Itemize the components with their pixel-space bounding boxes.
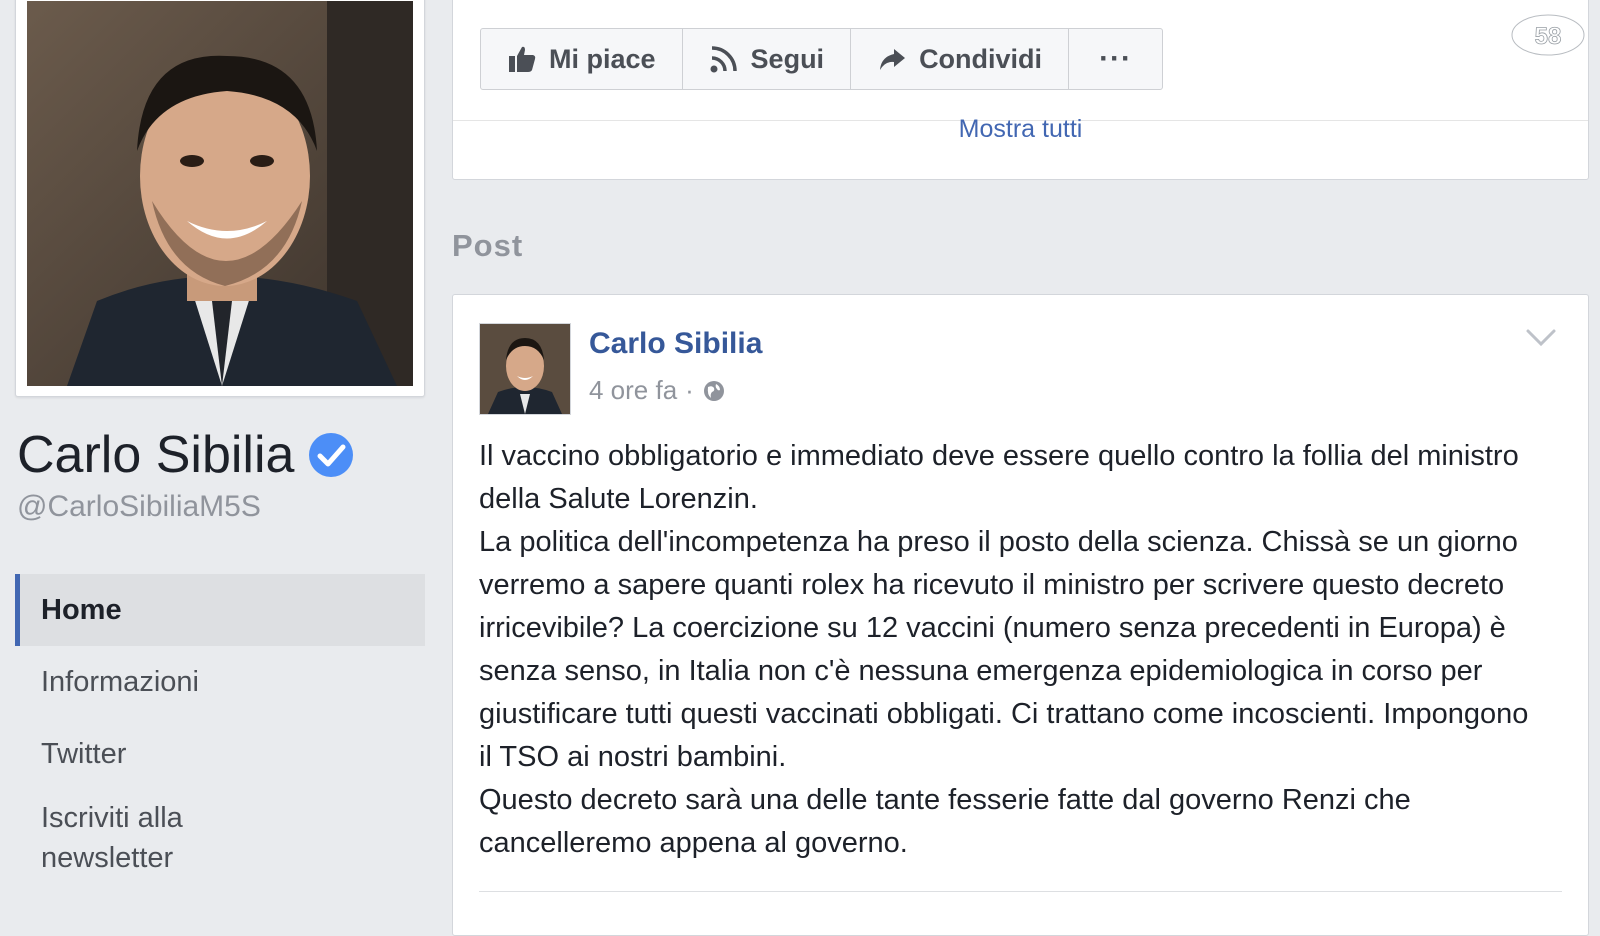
follow-button[interactable]: Segui <box>683 29 852 89</box>
chevron-down-icon[interactable] <box>1524 325 1558 349</box>
action-bar: Mi piace Segui Condividi ··· <box>480 28 1164 90</box>
post-meta: 4 ore fa · <box>589 375 726 406</box>
avatar-image <box>480 324 570 414</box>
post-divider <box>479 891 1562 892</box>
profile-handle[interactable]: @CarloSibiliaM5S <box>17 490 261 524</box>
rss-follow-icon <box>710 46 737 73</box>
page-nav: Home Informazioni Twitter Iscriviti alla… <box>15 574 425 888</box>
post-author-name[interactable]: Carlo Sibilia <box>589 327 762 361</box>
profile-name-text: Carlo Sibilia <box>17 426 295 484</box>
nav-item-informazioni[interactable]: Informazioni <box>15 646 425 718</box>
share-button[interactable]: Condividi <box>851 29 1070 89</box>
more-options-button[interactable]: ··· <box>1069 29 1162 89</box>
posts-section-title: Post <box>452 228 524 263</box>
page-actions-card: Mi piace Segui Condividi ··· Mostra tutt… <box>452 0 1589 180</box>
thumbs-up-icon <box>509 46 536 72</box>
profile-photo-card <box>15 0 425 397</box>
like-button[interactable]: Mi piace <box>481 29 683 89</box>
post-card: Carlo Sibilia 4 ore fa · Il vaccino obbl… <box>452 294 1589 936</box>
share-label: Condividi <box>919 43 1043 74</box>
post-author-avatar[interactable] <box>479 323 571 415</box>
profile-photo[interactable] <box>27 1 413 386</box>
more-dots-icon: ··· <box>1099 42 1133 75</box>
profile-name: Carlo Sibilia <box>17 425 354 485</box>
post-body-text: Il vaccino obbligatorio e immediato deve… <box>479 440 1529 859</box>
channel-watermark-logo: 58 <box>1510 13 1586 57</box>
globe-public-icon[interactable] <box>702 379 726 403</box>
follow-label: Segui <box>750 43 825 74</box>
profile-photo-image <box>27 1 413 386</box>
like-label: Mi piace <box>549 43 656 74</box>
watermark-text: 58 <box>1535 23 1562 50</box>
nav-item-twitter[interactable]: Twitter <box>15 718 425 790</box>
nav-item-newsletter[interactable]: Iscriviti alla newsletter <box>15 790 281 888</box>
show-all-link[interactable]: Mostra tutti <box>453 115 1588 144</box>
share-arrow-icon <box>880 49 906 70</box>
meta-separator: · <box>685 375 694 405</box>
verified-badge-icon <box>309 433 354 477</box>
nav-item-home[interactable]: Home <box>15 574 425 646</box>
post-timestamp[interactable]: 4 ore fa <box>589 375 677 406</box>
